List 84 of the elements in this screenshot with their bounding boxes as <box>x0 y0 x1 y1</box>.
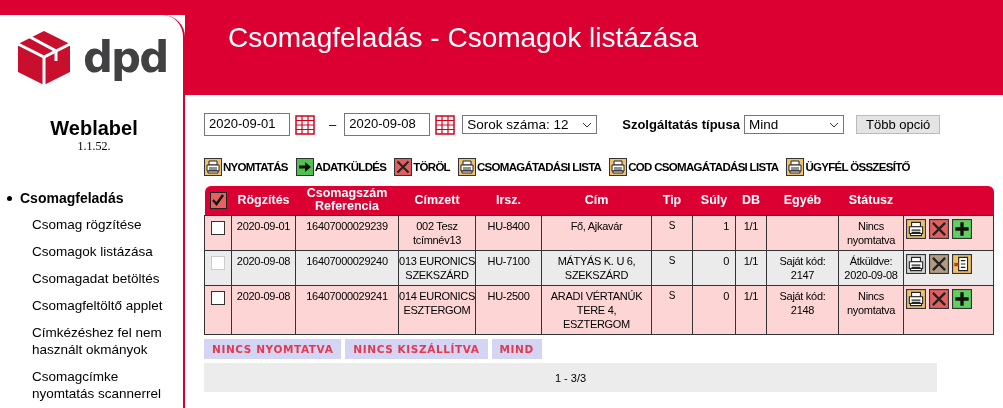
menu-item[interactable]: Csomagfeltöltő applet <box>5 297 177 314</box>
printer-icon[interactable] <box>906 254 926 274</box>
table-cell: 0 <box>723 290 729 302</box>
column-header: Irsz. <box>495 193 522 207</box>
menu-item[interactable]: Csomagadat betöltés <box>5 270 177 287</box>
table-cell: Átküldve: 2020-09-08 <box>844 255 898 281</box>
table-cell: 1/1 <box>743 255 759 267</box>
calendar-icon[interactable] <box>295 114 315 135</box>
column-header: Rögzítés <box>236 193 291 207</box>
table-cell: 014 EURONICS ESZTERGOM <box>399 290 475 316</box>
table-cell: 16407000029241 <box>306 290 388 302</box>
menu-item[interactable]: Csomagok listázása <box>5 243 177 260</box>
row-checkbox[interactable] <box>211 291 225 305</box>
column-header: Súly <box>699 193 729 207</box>
delete-icon[interactable] <box>394 158 413 176</box>
table-cell: Saját kód: 2147 <box>779 255 826 281</box>
table-cell: S <box>668 255 676 266</box>
caret-icon[interactable] <box>829 121 839 128</box>
printer-icon[interactable] <box>609 158 628 176</box>
range-dash: – <box>329 117 337 132</box>
table-cell: 013 EURONICS SZEKSZÁRD <box>399 255 475 281</box>
table-cell: S <box>668 290 676 301</box>
column-header: Egyéb <box>782 193 823 207</box>
row-checkbox[interactable] <box>211 221 225 235</box>
date-field[interactable]: 2020-09-01 <box>204 113 290 136</box>
document-icon[interactable] <box>952 254 972 274</box>
table-cell: HU-2500 <box>487 290 530 302</box>
menu-item[interactable]: Csomag rögzítése <box>5 216 177 233</box>
menu-item[interactable]: Csomagcímke nyomtatás scannerrel <box>5 368 177 402</box>
plus-icon[interactable] <box>952 219 972 239</box>
app-name: Weblabel <box>49 117 139 139</box>
date-field[interactable]: 2020-09-08 <box>344 113 431 136</box>
column-header: Címzett <box>413 193 461 207</box>
table-cell: 16407000029239 <box>306 220 388 232</box>
table-cell: 2020-09-08 <box>236 290 291 302</box>
service-label: Szolgáltatás típusa <box>622 117 740 132</box>
logo-text: dpd <box>83 37 168 79</box>
toolbar-link[interactable]: ÜGYFÉL ÖSSZESÍTŐ <box>805 161 910 173</box>
table-cell: 0 <box>723 255 729 267</box>
table-cell: S <box>668 220 676 231</box>
toolbar-link[interactable]: TÖRÖL <box>413 161 450 173</box>
calendar-icon[interactable] <box>435 114 456 135</box>
cube-icon <box>15 29 73 87</box>
service-dropdown[interactable]: Mind <box>744 115 844 134</box>
printer-icon[interactable] <box>906 289 926 309</box>
delete-icon[interactable] <box>929 254 949 274</box>
toolbar-link[interactable]: CSOMAGÁTADÁSI LISTA <box>476 161 602 173</box>
table-cell: 2020-09-01 <box>236 220 291 232</box>
pagination-text: 1 - 3/3 <box>554 371 587 384</box>
column-header: DB <box>740 193 762 207</box>
printer-icon[interactable] <box>786 158 805 176</box>
toolbar-link[interactable]: COD CSOMAGÁTADÁSI LISTA <box>628 161 779 173</box>
table-cell: Fő, Ajkavár <box>570 220 623 232</box>
more-options-button[interactable]: Több opció <box>856 115 941 134</box>
table-cell: Nincs nyomtatva <box>846 220 895 246</box>
select-all-checkbox[interactable] <box>209 191 227 209</box>
table-cell: 002 Tesz tcímnév13 <box>412 220 461 246</box>
printer-icon[interactable] <box>457 158 476 176</box>
menu-item[interactable]: Címkézéshez fel nem használt okmányok <box>5 324 177 358</box>
caret-icon[interactable] <box>582 121 593 128</box>
table-cell: 1/1 <box>743 220 759 232</box>
toolbar-link[interactable]: ADATKÜLDÉS <box>314 161 387 173</box>
table-cell: HU-7100 <box>487 255 530 267</box>
page-title: Csomagfeladás - Csomagok listázása <box>227 21 699 55</box>
table-cell: 16407000029240 <box>306 255 388 267</box>
printer-icon[interactable] <box>204 158 222 176</box>
printer-icon[interactable] <box>906 219 926 239</box>
column-header: Tip <box>661 193 683 207</box>
table-cell: 2020-09-08 <box>236 255 291 267</box>
menu-item[interactable]: Csomagfeladás <box>20 190 124 206</box>
version-text: 1.1.52. <box>76 139 112 154</box>
column-header: Státusz <box>847 193 895 207</box>
rows-dropdown[interactable]: Sorok száma: 12 <box>462 115 598 134</box>
column-header: Csomagszám Referencia <box>305 187 389 213</box>
table-cell: HU-8400 <box>487 220 530 232</box>
table-cell: Nincs nyomtatva <box>846 290 895 316</box>
plus-icon[interactable] <box>952 289 972 309</box>
table-cell: MÁTYÁS K. U 6, SZEKSZÁRD <box>557 255 636 281</box>
column-header: Cím <box>583 193 610 207</box>
table-cell: 1/1 <box>743 290 759 302</box>
table-cell: ARADI VÉRTANÚK TERE 4, ESZTERGOM <box>550 290 643 330</box>
table-cell: Saját kód: 2148 <box>779 290 826 316</box>
toolbar-link[interactable]: NYOMTATÁS <box>223 161 288 173</box>
table-cell: 1 <box>723 220 729 232</box>
